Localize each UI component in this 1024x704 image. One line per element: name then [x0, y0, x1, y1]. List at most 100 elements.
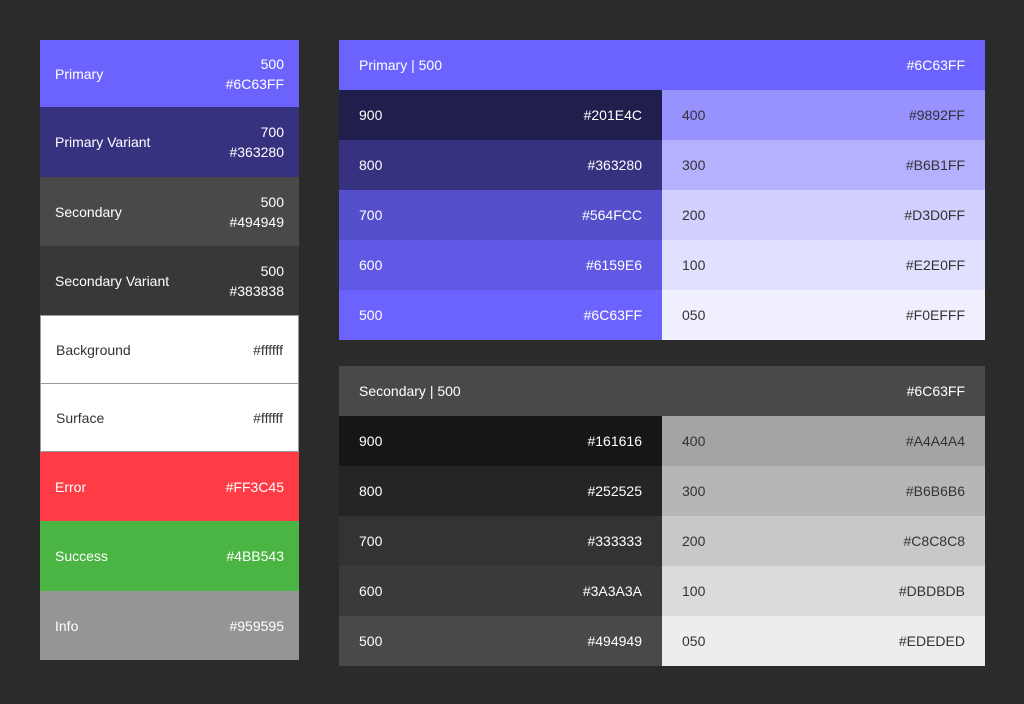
- shade-hex: #A4A4A4: [905, 433, 965, 449]
- swatch-values: #ffffff: [253, 408, 283, 428]
- shade-label: 800: [359, 483, 383, 499]
- swatch-hex: #494949: [229, 213, 284, 230]
- swatch-values: #959595: [229, 616, 284, 636]
- swatch-name: Primary Variant: [55, 134, 151, 150]
- shade-row: 400 #A4A4A4: [662, 416, 985, 466]
- shade-hex: #F0EFFF: [905, 307, 965, 323]
- color-swatch: Info #959595: [40, 591, 299, 660]
- secondary-palette-title: Secondary | 500: [359, 383, 461, 399]
- secondary-dark-shades: 900 #161616 800 #252525 700 #333333 600 #3A3A3A…: [339, 416, 662, 666]
- swatch-name: Success: [55, 548, 108, 564]
- secondary-light-shades: 400 #A4A4A4 300 #B6B6B6 200 #C8C8C8 100 #DBDBDB…: [662, 416, 985, 666]
- shade-label: 300: [682, 483, 706, 499]
- shade-row: 050 #F0EFFF: [662, 290, 985, 340]
- color-swatch: Error #FF3C45: [40, 452, 299, 521]
- shade-label: 800: [359, 157, 383, 173]
- shade-label: 050: [682, 633, 706, 649]
- shade-row: 800 #252525: [339, 466, 662, 516]
- swatch-shade: 500: [260, 55, 284, 72]
- primary-palette-title: Primary | 500: [359, 57, 442, 73]
- shade-row: 900 #201E4C: [339, 90, 662, 140]
- secondary-palette-header: Secondary | 500 #6C63FF: [339, 366, 985, 416]
- swatch-name: Info: [55, 617, 79, 634]
- color-swatch: Background #ffffff: [40, 315, 299, 384]
- swatch-name: Surface: [56, 409, 105, 426]
- swatch-values: 500 #383838: [229, 261, 284, 301]
- shade-row: 500 #6C63FF: [339, 290, 662, 340]
- shade-label: 700: [359, 207, 383, 223]
- swatch-values: #ffffff: [253, 340, 283, 360]
- color-swatch: Primary 500 #6C63FF: [40, 40, 299, 107]
- color-swatch: Secondary 500 #494949: [40, 177, 299, 246]
- primary-palette-hex: #6C63FF: [906, 57, 965, 73]
- shade-row: 100 #E2E0FF: [662, 240, 985, 290]
- shade-hex: #333333: [587, 533, 642, 549]
- swatch-hex: #FF3C45: [225, 478, 284, 495]
- shade-row: 700 #333333: [339, 516, 662, 566]
- shade-label: 100: [682, 583, 706, 599]
- swatch-values: 700 #363280: [229, 122, 284, 162]
- shade-hex: #E2E0FF: [905, 257, 965, 273]
- shade-label: 400: [682, 433, 706, 449]
- shade-label: 500: [359, 633, 383, 649]
- shade-hex: #9892FF: [908, 107, 965, 123]
- swatch-hex: #ffffff: [253, 341, 283, 358]
- swatch-name: Error: [55, 478, 87, 495]
- swatch-shade: 700: [260, 124, 284, 140]
- shade-label: 300: [682, 157, 706, 173]
- color-swatch-list: Primary 500 #6C63FF Primary Variant 700 #3632…: [40, 40, 299, 660]
- shade-hex: #564FCC: [582, 207, 642, 223]
- shade-hex: #363280: [587, 157, 642, 173]
- shade-hex: #C8C8C8: [903, 533, 965, 549]
- color-swatch: Primary Variant 700 #363280: [40, 107, 299, 177]
- shade-label: 050: [682, 307, 706, 323]
- shade-hex: #D3D0FF: [904, 207, 965, 223]
- swatch-name: Secondary: [55, 203, 122, 220]
- shade-row: 050 #EDEDED: [662, 616, 985, 666]
- primary-palette-header: Primary | 500 #6C63FF: [339, 40, 985, 90]
- shade-row: 200 #C8C8C8: [662, 516, 985, 566]
- shade-label: 400: [682, 107, 706, 123]
- primary-palette-panel: Primary | 500 #6C63FF 900 #201E4C 800 #3632…: [339, 40, 985, 340]
- swatch-values: 500 #494949: [229, 192, 284, 232]
- primary-shade-grid: 900 #201E4C 800 #363280 700 #564FCC 600 #6159E6…: [339, 90, 985, 340]
- shade-hex: #EDEDED: [898, 633, 965, 649]
- swatch-hex: #959595: [229, 617, 284, 634]
- swatch-hex: #4BB543: [226, 548, 284, 564]
- swatch-hex: #6C63FF: [225, 75, 284, 92]
- shade-label: 900: [359, 433, 383, 449]
- shade-hex: #B6B1FF: [905, 157, 965, 173]
- shade-hex: #B6B6B6: [905, 483, 965, 499]
- shade-row: 900 #161616: [339, 416, 662, 466]
- swatch-values: #4BB543: [226, 546, 284, 566]
- shade-row: 400 #9892FF: [662, 90, 985, 140]
- shade-hex: #DBDBDB: [898, 583, 965, 599]
- shade-label: 700: [359, 533, 383, 549]
- primary-dark-shades: 900 #201E4C 800 #363280 700 #564FCC 600 #6159E6…: [339, 90, 662, 340]
- shade-row: 300 #B6B6B6: [662, 466, 985, 516]
- shade-hex: #252525: [587, 483, 642, 499]
- secondary-palette-panel: Secondary | 500 #6C63FF 900 #161616 800 #25…: [339, 366, 985, 666]
- shade-row: 500 #494949: [339, 616, 662, 666]
- shade-row: 100 #DBDBDB: [662, 566, 985, 616]
- swatch-name: Background: [56, 341, 131, 358]
- swatch-shade: 500: [260, 193, 284, 210]
- shade-row: 600 #6159E6: [339, 240, 662, 290]
- shade-label: 200: [682, 533, 706, 549]
- primary-light-shades: 400 #9892FF 300 #B6B1FF 200 #D3D0FF 100 #E2E0FF…: [662, 90, 985, 340]
- shade-row: 600 #3A3A3A: [339, 566, 662, 616]
- shade-hex: #161616: [587, 433, 642, 449]
- shade-hex: #201E4C: [583, 107, 642, 123]
- secondary-shade-grid: 900 #161616 800 #252525 700 #333333 600 #3A3A3A…: [339, 416, 985, 666]
- shade-row: 800 #363280: [339, 140, 662, 190]
- swatch-values: 500 #6C63FF: [226, 54, 284, 94]
- shade-label: 200: [682, 207, 706, 223]
- swatch-hex: #383838: [229, 282, 284, 299]
- swatch-name: Secondary Variant: [55, 272, 170, 289]
- shade-row: 200 #D3D0FF: [662, 190, 985, 240]
- swatch-shade: 500: [260, 262, 284, 279]
- shade-hex: #6C63FF: [583, 307, 642, 323]
- shade-hex: #494949: [587, 633, 642, 649]
- shade-label: 600: [359, 583, 383, 599]
- shade-hex: #6159E6: [585, 257, 642, 273]
